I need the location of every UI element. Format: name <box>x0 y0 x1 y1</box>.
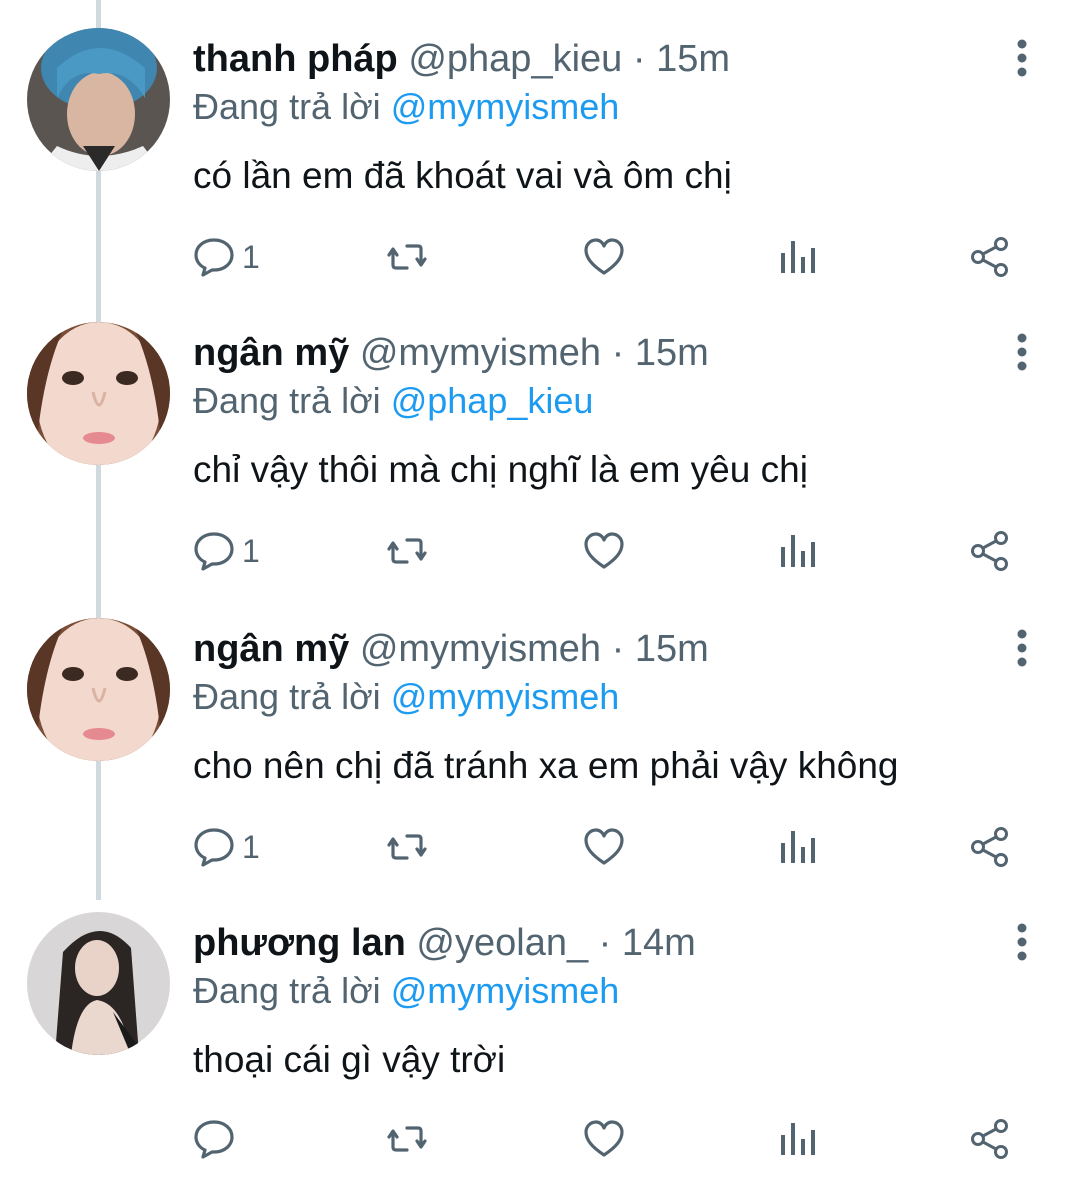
tweet-header: thanh pháp @phap_kieu · 15m <box>193 36 730 82</box>
user-handle[interactable]: @yeolan_ <box>416 922 588 964</box>
avatar[interactable] <box>27 28 170 171</box>
reply-count: 1 <box>242 828 260 865</box>
avatar[interactable] <box>27 322 170 465</box>
reply-button[interactable]: 1 <box>192 822 260 872</box>
timestamp[interactable]: 15m <box>656 38 730 80</box>
mention-link[interactable]: @phap_kieu <box>391 380 594 421</box>
replying-to-label: Đang trả lời <box>193 676 381 717</box>
more-options-icon[interactable] <box>1006 628 1038 668</box>
tweet[interactable]: phương lan @yeolan_ · 14m Đang trả lời @… <box>0 884 1080 1179</box>
tweet-header: ngân mỹ @mymyismeh · 15m <box>193 330 709 376</box>
retweet-icon <box>387 834 427 860</box>
timestamp[interactable]: 14m <box>622 922 696 964</box>
reply-button[interactable]: 1 <box>192 526 260 576</box>
reply-icon <box>194 828 234 867</box>
like-button[interactable] <box>582 526 626 576</box>
like-button[interactable] <box>582 822 626 872</box>
mention-link[interactable]: @mymyismeh <box>391 676 620 717</box>
reply-button[interactable] <box>192 1114 242 1164</box>
replying-to-label: Đang trả lời <box>193 380 381 421</box>
retweet-button[interactable] <box>385 526 429 576</box>
mention-link[interactable]: @mymyismeh <box>391 86 620 127</box>
tweet-header: phương lan @yeolan_ · 14m <box>193 920 696 966</box>
tweet-actions: 1 <box>0 822 1080 872</box>
display-name[interactable]: ngân mỹ <box>193 628 349 670</box>
tweet[interactable]: ngân mỹ @mymyismeh · 15m Đang trả lời @m… <box>0 590 1080 885</box>
separator-dot: · <box>598 922 612 964</box>
share-icon <box>971 1119 1008 1159</box>
avatar[interactable] <box>27 618 170 761</box>
user-handle[interactable]: @mymyismeh <box>360 332 601 374</box>
tweet-actions: 1 <box>0 232 1080 282</box>
share-button[interactable] <box>968 526 1012 576</box>
display-name[interactable]: phương lan <box>193 922 406 964</box>
more-options-icon[interactable] <box>1006 38 1038 78</box>
views-button[interactable] <box>776 822 820 872</box>
display-name[interactable]: thanh pháp <box>193 38 398 80</box>
analytics-icon <box>781 1123 815 1155</box>
replying-to: Đang trả lời @mymyismeh <box>193 674 619 720</box>
heart-icon <box>584 1120 624 1157</box>
analytics-icon <box>781 831 815 863</box>
timestamp[interactable]: 15m <box>635 628 709 670</box>
avatar[interactable] <box>27 912 170 1055</box>
replying-to: Đang trả lời @phap_kieu <box>193 378 593 424</box>
mention-link[interactable]: @mymyismeh <box>391 970 620 1011</box>
user-handle[interactable]: @phap_kieu <box>408 38 622 80</box>
replying-to: Đang trả lời @mymyismeh <box>193 84 619 130</box>
reply-icon <box>194 238 234 277</box>
retweet-button[interactable] <box>385 232 429 282</box>
retweet-icon <box>387 1126 427 1152</box>
replying-to: Đang trả lời @mymyismeh <box>193 968 619 1014</box>
reply-button[interactable]: 1 <box>192 232 260 282</box>
retweet-button[interactable] <box>385 822 429 872</box>
heart-icon <box>584 828 624 865</box>
analytics-icon <box>781 241 815 273</box>
separator-dot: · <box>611 332 625 374</box>
tweet-text: chỉ vậy thôi mà chị nghĩ là em yêu chị <box>193 449 808 490</box>
tweet[interactable]: ngân mỹ @mymyismeh · 15m Đang trả lời @p… <box>0 294 1080 589</box>
share-button[interactable] <box>968 232 1012 282</box>
like-button[interactable] <box>582 232 626 282</box>
tweet-actions: 1 <box>0 526 1080 576</box>
heart-icon <box>584 238 624 275</box>
display-name[interactable]: ngân mỹ <box>193 332 349 374</box>
tweet-actions <box>0 1114 1080 1164</box>
views-button[interactable] <box>776 526 820 576</box>
tweet-text: cho nên chị đã tránh xa em phải vậy khôn… <box>193 745 899 786</box>
reply-icon <box>194 1120 234 1159</box>
tweet-header: ngân mỹ @mymyismeh · 15m <box>193 626 709 672</box>
timestamp[interactable]: 15m <box>635 332 709 374</box>
share-button[interactable] <box>968 1114 1012 1164</box>
tweet-text: có lần em đã khoát vai và ôm chị <box>193 155 732 196</box>
share-icon <box>971 531 1008 571</box>
views-button[interactable] <box>776 232 820 282</box>
retweet-button[interactable] <box>385 1114 429 1164</box>
replying-to-label: Đang trả lời <box>193 86 381 127</box>
share-icon <box>971 237 1008 277</box>
retweet-icon <box>387 538 427 564</box>
analytics-icon <box>781 535 815 567</box>
user-handle[interactable]: @mymyismeh <box>360 628 601 670</box>
replying-to-label: Đang trả lời <box>193 970 381 1011</box>
views-button[interactable] <box>776 1114 820 1164</box>
reply-icon <box>194 532 234 571</box>
separator-dot: · <box>632 38 646 80</box>
more-options-icon[interactable] <box>1006 332 1038 372</box>
like-button[interactable] <box>582 1114 626 1164</box>
separator-dot: · <box>611 628 625 670</box>
heart-icon <box>584 532 624 569</box>
tweet-text: thoại cái gì vậy trời <box>193 1039 506 1080</box>
reply-count: 1 <box>242 238 260 275</box>
share-icon <box>971 827 1008 867</box>
tweet[interactable]: thanh pháp @phap_kieu · 15m Đang trả lời… <box>0 0 1080 295</box>
more-options-icon[interactable] <box>1006 922 1038 962</box>
share-button[interactable] <box>968 822 1012 872</box>
reply-count: 1 <box>242 532 260 569</box>
retweet-icon <box>387 244 427 270</box>
